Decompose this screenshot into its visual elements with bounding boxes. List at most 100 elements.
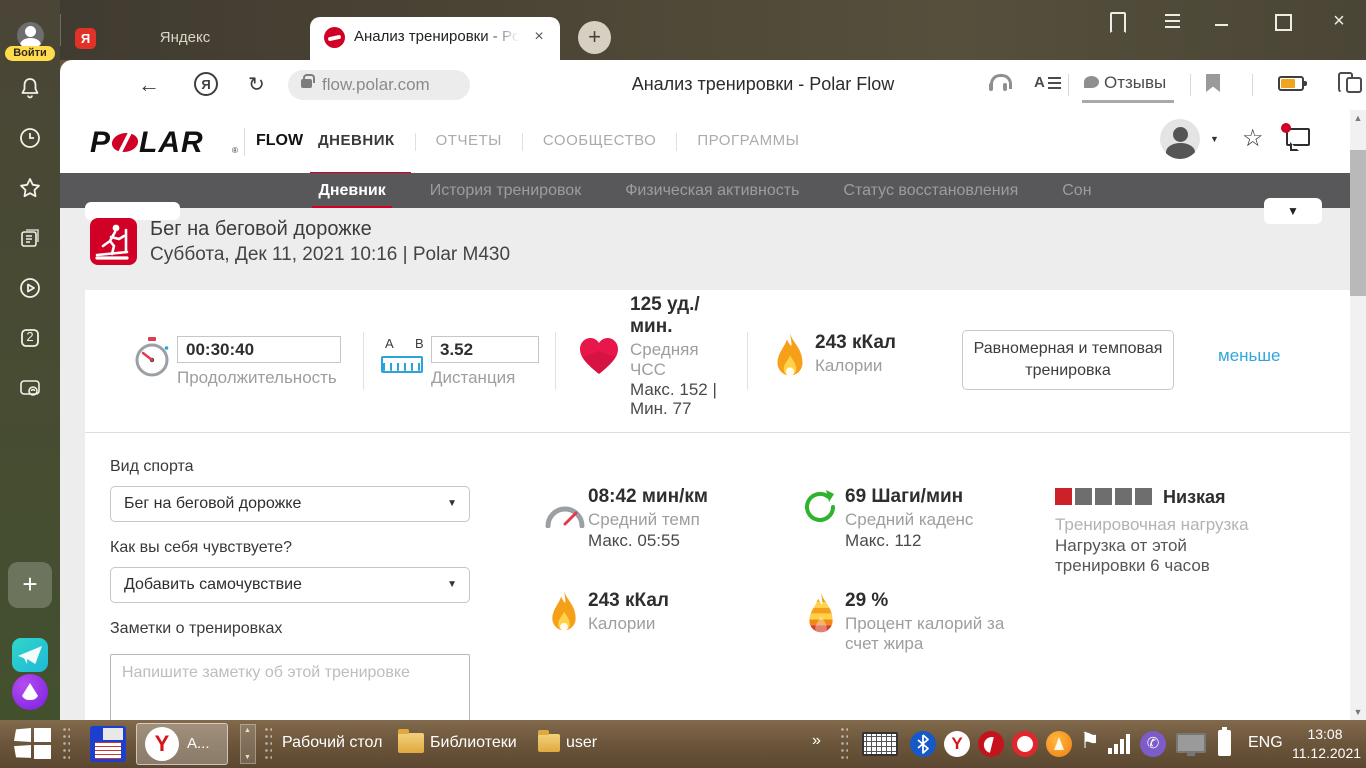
back-icon[interactable]: [138, 72, 160, 98]
feed-icon[interactable]: [18, 226, 42, 250]
user-folder-icon[interactable]: [538, 730, 560, 752]
avatar[interactable]: [17, 22, 44, 49]
new-tab-button[interactable]: [578, 21, 611, 54]
page-scrollbar[interactable]: [1350, 110, 1366, 720]
viber-tray-icon[interactable]: [1140, 731, 1166, 757]
load-square: [1115, 488, 1132, 505]
bookmarks-panel-icon[interactable]: [1108, 10, 1126, 34]
subnav-activity[interactable]: Физическая активность: [625, 173, 799, 208]
sport-dropdown-value: Бег на беговой дорожке: [124, 495, 302, 512]
chat-icon[interactable]: [1281, 123, 1310, 146]
flowsync-tray-icon[interactable]: [978, 731, 1004, 757]
reload-icon[interactable]: [248, 72, 265, 97]
subnav-training-history[interactable]: История тренировок: [430, 173, 581, 208]
bookmark-icon[interactable]: [1206, 74, 1220, 92]
display-tray-icon[interactable]: [1176, 733, 1206, 756]
sidebar-add-button[interactable]: +: [8, 562, 52, 608]
translate-icon[interactable]: [1034, 74, 1061, 91]
tab-title: Анализ тренировки - Polar Flow: [354, 28, 519, 48]
desktop-toolbar-label[interactable]: Рабочий стол: [282, 734, 382, 752]
login-button[interactable]: Войти: [5, 46, 55, 61]
divider: [747, 332, 748, 390]
start-button[interactable]: [14, 728, 52, 760]
tab-active-polar[interactable]: Анализ тренировки - Polar Flow: [310, 17, 560, 60]
training-benefit-button[interactable]: Равномерная и темповая тренировка: [962, 330, 1174, 390]
libraries-label[interactable]: Библиотеки: [430, 734, 517, 752]
subnav-diary[interactable]: Дневник: [312, 173, 393, 211]
user-label[interactable]: user: [566, 734, 597, 752]
polar-logo[interactable]: P LAR: [90, 126, 204, 160]
subnav-sleep[interactable]: Сон: [1062, 173, 1091, 208]
history-clock-icon[interactable]: [18, 126, 42, 150]
divider: [1252, 74, 1253, 96]
window-close-button[interactable]: [1330, 10, 1348, 34]
calories-flame-icon: [775, 330, 805, 386]
opera-tray-icon[interactable]: [1012, 731, 1038, 757]
yandex-tray-icon[interactable]: [944, 731, 970, 757]
scrollbar-thumb[interactable]: [1350, 150, 1366, 296]
favorites-star-icon[interactable]: [18, 176, 42, 200]
subnav-recovery[interactable]: Статус восстановления: [843, 173, 1018, 208]
tab-close-icon[interactable]: [528, 26, 550, 48]
messenger-icon[interactable]: [12, 638, 48, 672]
fat-burn-flame-icon: [807, 590, 835, 642]
battery-saver-icon[interactable]: [1278, 76, 1307, 91]
action-center-flag-icon[interactable]: [1080, 728, 1100, 754]
scroll-down-icon[interactable]: [1350, 704, 1366, 720]
save-shortcut-icon[interactable]: [90, 726, 126, 762]
toolbar-overflow-icon[interactable]: [812, 732, 821, 750]
nav-reports[interactable]: ОТЧЕТЫ: [416, 132, 522, 151]
video-play-icon[interactable]: [18, 276, 42, 300]
touch-keyboard-icon[interactable]: [862, 732, 898, 756]
nav-diary[interactable]: ДНЕВНИК: [310, 132, 415, 177]
divider: [363, 332, 364, 390]
nav-programs[interactable]: ПРОГРАММЫ: [677, 132, 819, 151]
tabs-counter-icon[interactable]: 2: [18, 326, 42, 350]
user-avatar[interactable]: [1160, 119, 1200, 159]
taskbar-clock[interactable]: 13:08 11.12.2021: [1292, 725, 1361, 763]
feeling-dropdown[interactable]: Добавить самочувствие: [110, 567, 470, 603]
pace-label: Средний темп: [588, 510, 700, 529]
toolbar-scroll-buttons[interactable]: [240, 724, 256, 764]
yandex-browser-icon: [145, 727, 179, 761]
calories-flame-icon: [550, 588, 578, 640]
tab-yandex[interactable]: Яндекс: [130, 29, 240, 46]
window-maximize-button[interactable]: [1274, 10, 1292, 34]
notes-label: Заметки о тренировках: [110, 620, 283, 637]
network-signal-icon[interactable]: [1108, 734, 1132, 754]
yandex-favicon-icon: Я: [75, 28, 96, 49]
url-chip[interactable]: flow.polar.com: [288, 70, 470, 100]
duration-input[interactable]: [177, 336, 341, 363]
duration-label: Продолжительность: [177, 368, 337, 387]
clock-time: 13:08: [1307, 726, 1343, 742]
favorite-star-icon[interactable]: [1242, 124, 1264, 153]
scroll-up-icon[interactable]: [1350, 110, 1366, 126]
less-link[interactable]: меньше: [1218, 346, 1280, 366]
headphones-icon[interactable]: [988, 72, 1012, 92]
language-indicator[interactable]: ENG: [1248, 734, 1283, 752]
hr-value-line1: 125 уд./: [630, 294, 700, 315]
screenshot-icon[interactable]: [18, 376, 42, 400]
avast-tray-icon[interactable]: [1046, 731, 1072, 757]
collections-icon[interactable]: [1336, 72, 1362, 94]
feedback-underline: [1082, 100, 1174, 103]
browser-menu-icon[interactable]: [1164, 10, 1182, 34]
load-label: Тренировочная нагрузка: [1055, 515, 1249, 534]
window-minimize-button[interactable]: [1214, 10, 1230, 34]
yandex-home-icon[interactable]: [194, 72, 218, 96]
libraries-folder-icon[interactable]: [398, 729, 424, 753]
alice-assistant-icon[interactable]: [12, 674, 48, 710]
bluetooth-icon[interactable]: [910, 731, 936, 757]
active-task-yandex-browser[interactable]: A...: [136, 723, 228, 765]
flow-label: FLOW: [256, 132, 304, 149]
load-square: [1095, 488, 1112, 505]
distance-input[interactable]: [431, 336, 539, 363]
nav-community[interactable]: СООБЩЕСТВО: [523, 132, 676, 151]
cadence-value: 69 Шаги/мин: [845, 486, 964, 507]
battery-tray-icon[interactable]: [1218, 727, 1231, 756]
sport-dropdown[interactable]: Бег на беговой дорожке: [110, 486, 470, 522]
notifications-bell-icon[interactable]: [18, 76, 42, 100]
avatar-caret-icon[interactable]: [1210, 134, 1219, 144]
notes-textarea[interactable]: [110, 654, 470, 720]
share-dropdown-button[interactable]: [1264, 198, 1322, 224]
